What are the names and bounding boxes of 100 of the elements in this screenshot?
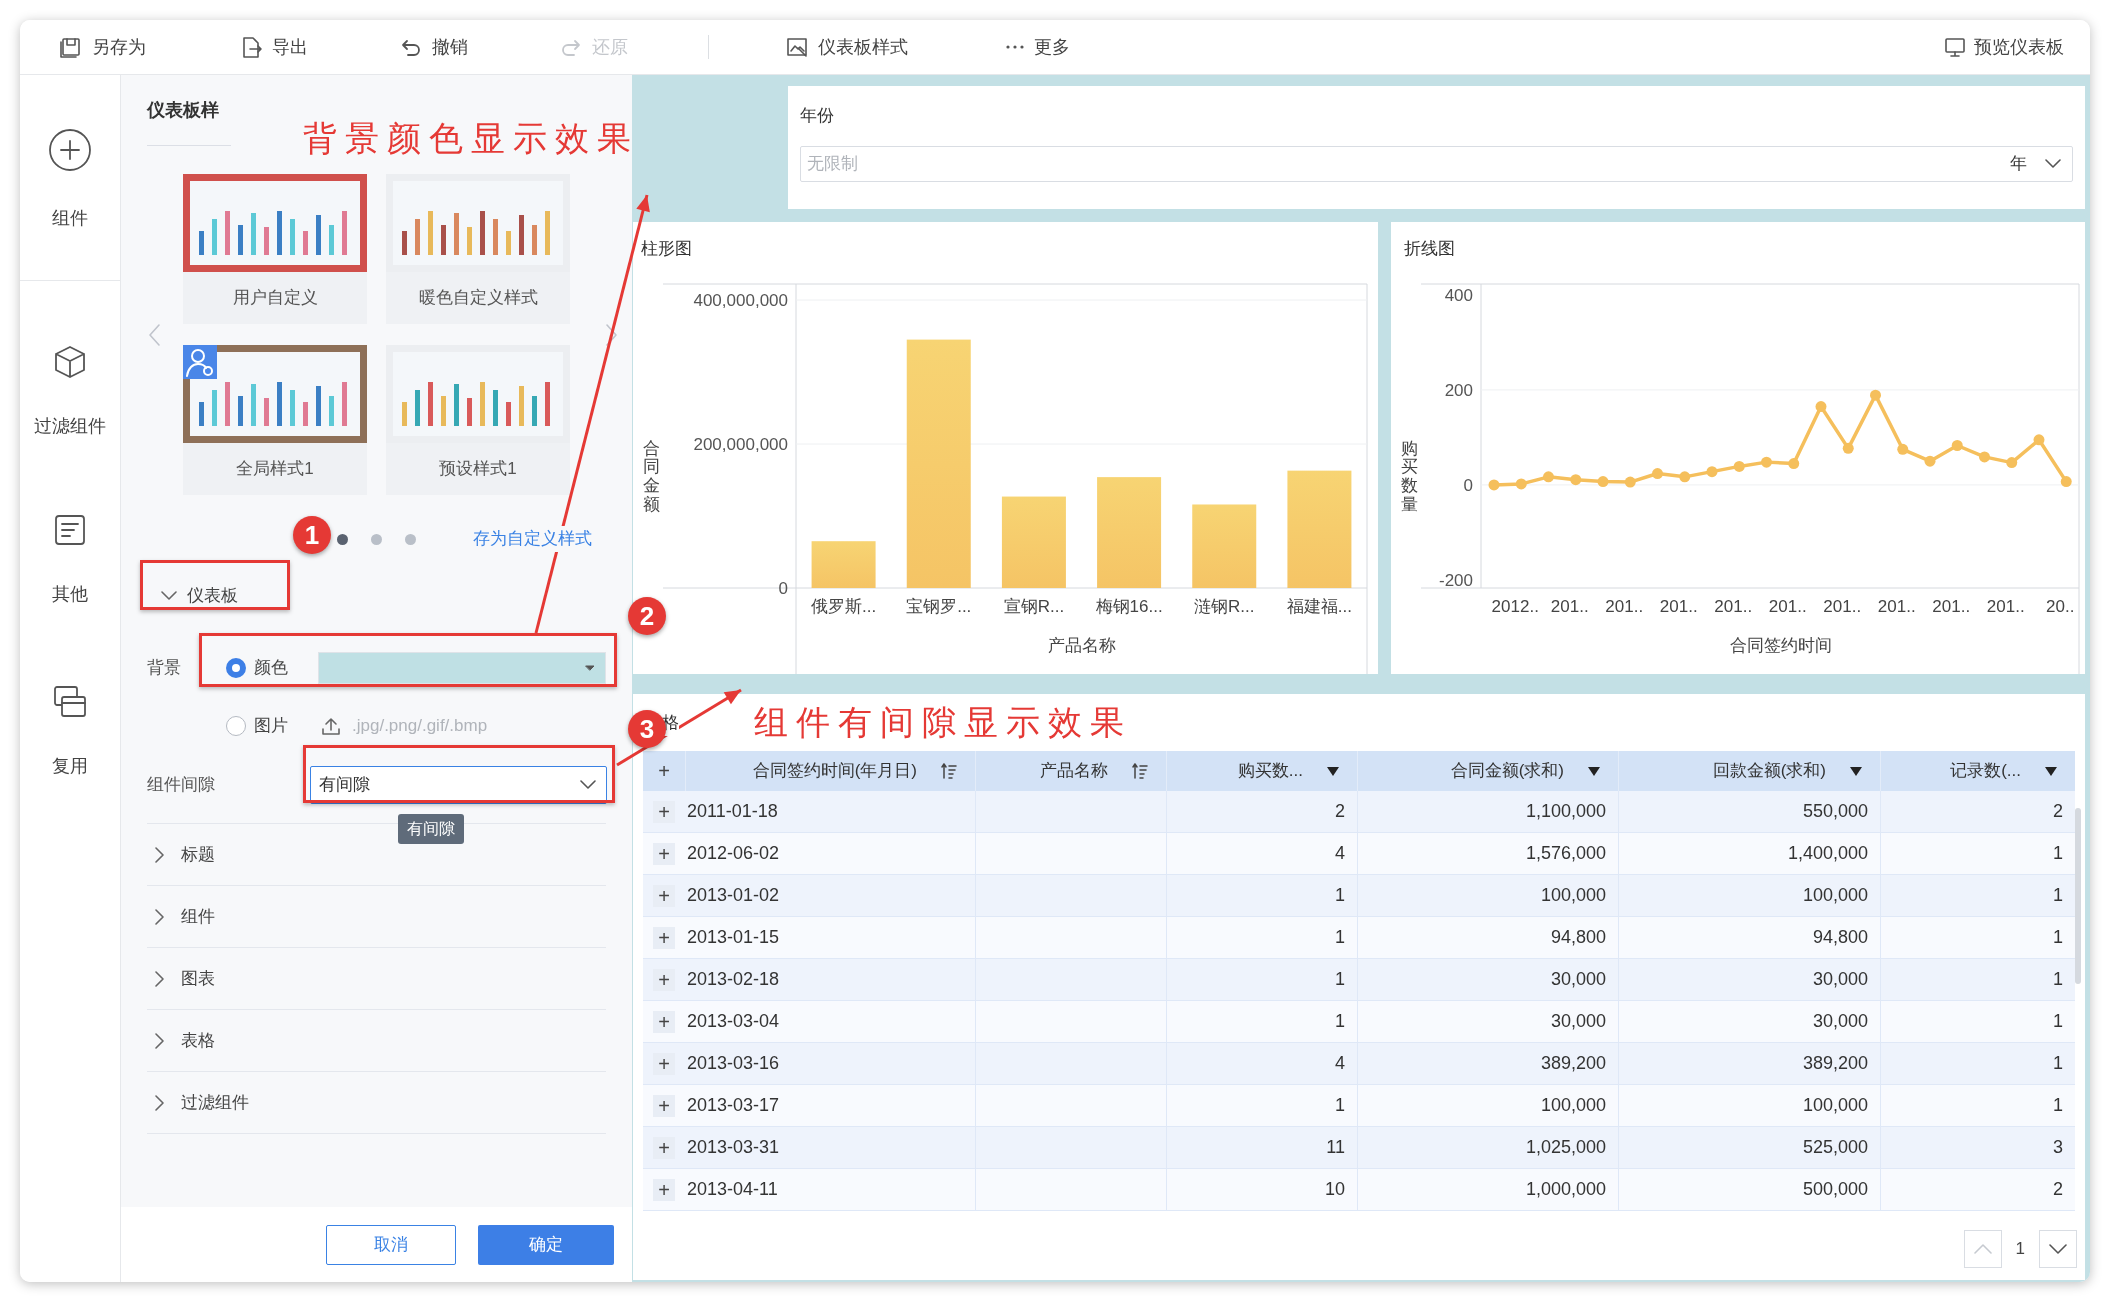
table-cell-text: 2013-04-11 — [686, 1178, 779, 1201]
more-icon — [1006, 45, 1024, 49]
sidebar-item[interactable]: 组件 — [48, 128, 92, 232]
style-card[interactable]: 全局样式1 — [183, 345, 367, 495]
chevron-down-icon — [161, 591, 177, 601]
undo-button[interactable]: 撤销 — [400, 33, 468, 61]
table-cell: 11 — [1166, 1127, 1357, 1168]
axis-title: 产品名称 — [1047, 636, 1116, 655]
expand-row-button[interactable]: + — [653, 926, 675, 949]
table-cell: 3 — [1880, 1127, 2075, 1168]
scrollbar[interactable] — [2075, 808, 2081, 984]
table-cell: 30,000 — [1357, 1001, 1618, 1042]
table-cell-text: 2013-03-04 — [686, 1010, 781, 1033]
sidebar-item[interactable]: 复用 — [52, 684, 88, 780]
expand-row-button[interactable]: + — [653, 1052, 675, 1075]
document-icon — [52, 512, 88, 548]
sort-icon — [1132, 763, 1148, 779]
section-header[interactable]: 表格 — [155, 1027, 215, 1054]
data-point — [1788, 458, 1800, 470]
stacked-windows-icon — [52, 684, 88, 720]
save-custom-style-link[interactable]: 存为自定义样式 — [473, 526, 592, 552]
axis-tick-label: 201.. — [1714, 597, 1753, 616]
axis-tick-label: 201.. — [1932, 597, 1971, 616]
annotation-caption: 组件有间隙显示效果 — [754, 702, 1132, 743]
expand-all-button[interactable]: + — [653, 760, 675, 782]
color-picker[interactable] — [318, 652, 606, 684]
table-cell: 30,000 — [1618, 1001, 1880, 1042]
axis-tick-label: 201.. — [1605, 597, 1644, 616]
sidebar-item[interactable]: 过滤组件 — [34, 344, 106, 440]
field-label: 背景 — [147, 657, 182, 680]
expand-row-button[interactable]: + — [653, 800, 675, 823]
chevron-right-icon[interactable] — [605, 322, 619, 347]
unit-label: 年 — [2010, 153, 2027, 176]
export-button[interactable]: 导出 — [240, 33, 308, 61]
section-header[interactable]: 标题 — [155, 841, 215, 868]
chevron-right-icon — [155, 1094, 165, 1111]
table-cell: 389,200 — [1618, 1043, 1880, 1084]
style-name: 全局样式1 — [235, 458, 315, 481]
preview-dashboard-button[interactable]: 预览仪表板 — [1944, 33, 2064, 61]
dashboard-style-button[interactable]: 仪表板样式 — [786, 33, 908, 61]
expand-row-button[interactable]: + — [653, 1010, 675, 1033]
data-point — [1733, 460, 1745, 472]
chevron-right-icon — [155, 1032, 165, 1049]
previous-page-button[interactable] — [1963, 1230, 2002, 1268]
radio-button[interactable] — [226, 716, 246, 736]
section-header[interactable]: 仪表板 — [161, 583, 238, 609]
radio-button[interactable] — [226, 658, 246, 678]
data-point — [1924, 455, 1936, 467]
upload-icon[interactable] — [322, 717, 340, 735]
expand-row-button[interactable]: + — [653, 1094, 675, 1117]
table-cell: 1 — [1166, 875, 1357, 916]
style-name: 预设样式1 — [438, 458, 518, 481]
style-card[interactable]: 用户自定义 — [183, 174, 367, 324]
section-header[interactable]: 过滤组件 — [155, 1089, 249, 1116]
chevron-left-icon[interactable] — [147, 322, 161, 347]
data-point — [1979, 451, 1990, 463]
axis-tick-label: 200,000,000 — [693, 435, 788, 454]
chevron-down-icon[interactable] — [2045, 159, 2061, 169]
expand-row-button[interactable]: + — [653, 842, 675, 865]
expand-row-button[interactable]: + — [653, 968, 675, 991]
chevron-down-icon — [2049, 1244, 2067, 1254]
expand-row-button[interactable]: + — [653, 1136, 675, 1159]
table-cell: 1,400,000 — [1618, 833, 1880, 874]
table-cell-text: 2013-03-17 — [686, 1094, 781, 1117]
data-point — [1815, 401, 1827, 413]
table-cell: 2 — [1880, 1169, 2075, 1210]
data-point — [1870, 389, 1881, 401]
data-point — [1597, 476, 1609, 488]
axis-tick-label: 0 — [1463, 475, 1473, 495]
more-button[interactable]: 更多 — [1006, 33, 1070, 61]
save-icon — [60, 36, 82, 58]
sidebar-item[interactable]: 其他 — [52, 512, 88, 608]
style-card[interactable]: 预设样式1 — [386, 345, 570, 495]
table-cell: 100,000 — [1618, 1085, 1880, 1126]
table-cell-text: 2013-03-16 — [686, 1052, 781, 1075]
table-cell: 2 — [1166, 791, 1357, 832]
style-card[interactable]: 暖色自定义样式 — [386, 174, 570, 324]
table-cell-text: 2013-02-18 — [686, 968, 781, 991]
table-cell-text: 2012-06-02 — [686, 842, 781, 865]
table-cell-text: 2013-03-31 — [686, 1136, 781, 1159]
section-header[interactable]: 组件 — [155, 903, 215, 930]
data-point — [1679, 471, 1691, 483]
axis-tick-label: 400,000,000 — [693, 291, 788, 310]
section-header[interactable]: 图表 — [155, 965, 215, 992]
axis-tick-label: 宣钢R... — [1003, 597, 1065, 616]
file-format-hint: .jpg/.png/.gif/.bmp — [352, 715, 488, 738]
table-cell: 1,025,000 — [1357, 1127, 1618, 1168]
axis-tick-label: 201.. — [1550, 597, 1589, 616]
chevron-right-icon — [155, 846, 165, 863]
data-point — [1624, 476, 1636, 488]
table-cell: 100,000 — [1357, 875, 1618, 916]
confirm-button[interactable]: 确定 — [478, 1224, 614, 1265]
save-as-button[interactable]: 另存为 — [60, 33, 146, 61]
cancel-button[interactable]: 取消 — [326, 1224, 456, 1265]
data-point — [2006, 457, 2018, 469]
next-page-button[interactable] — [2039, 1230, 2077, 1268]
axis-tick-label: 俄罗斯... — [811, 597, 877, 616]
expand-row-button[interactable]: + — [653, 884, 675, 907]
expand-row-button[interactable]: + — [653, 1178, 675, 1201]
table-cell: 1 — [1166, 917, 1357, 958]
